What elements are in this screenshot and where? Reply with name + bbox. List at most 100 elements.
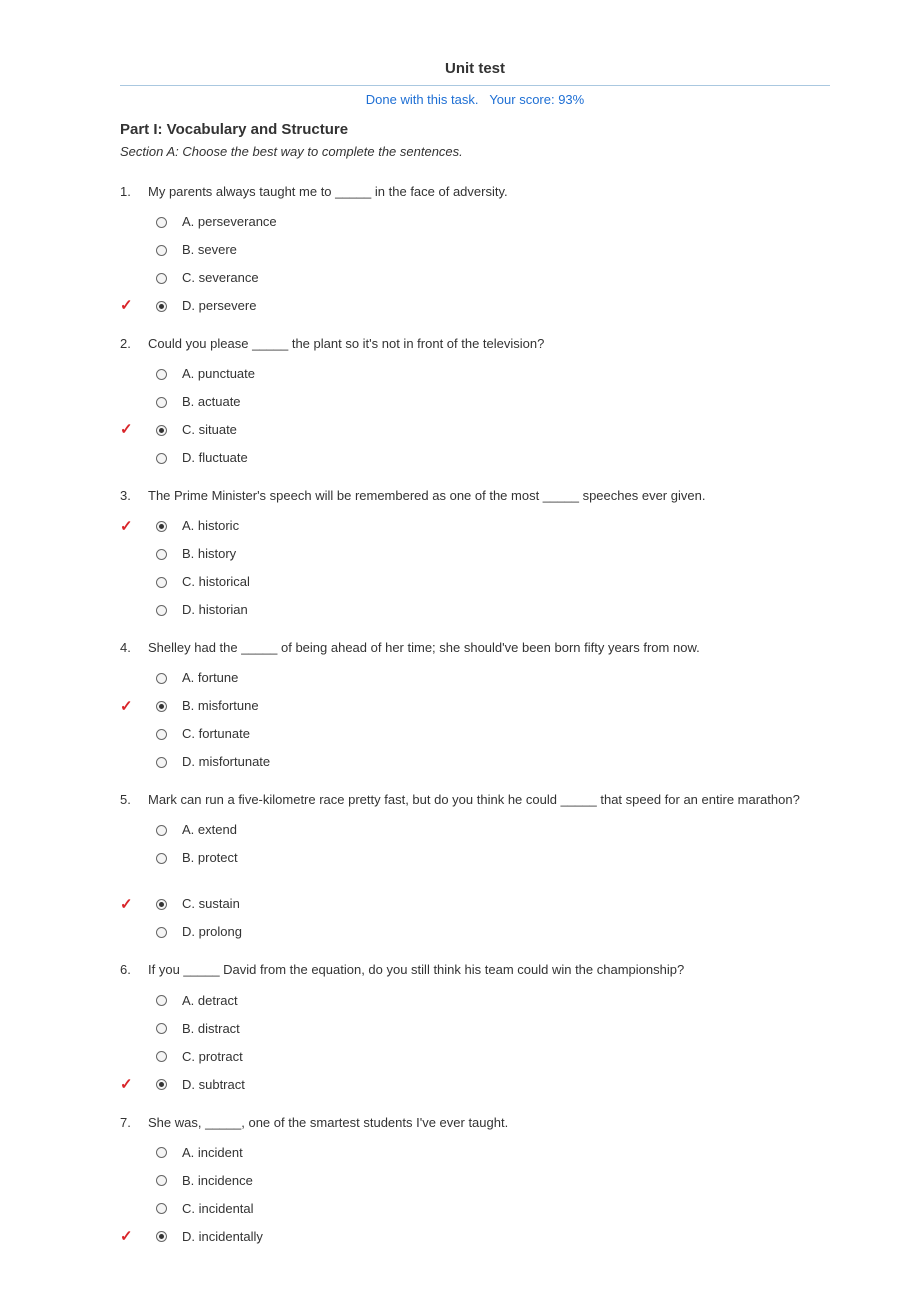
- option-text: C. protract: [182, 1046, 830, 1068]
- option-text: C. fortunate: [182, 723, 830, 745]
- radio-column: [148, 927, 182, 938]
- radio-button[interactable]: [156, 1051, 167, 1062]
- radio-button[interactable]: [156, 1175, 167, 1186]
- question: 2.Could you please _____ the plant so it…: [120, 333, 830, 471]
- radio-button[interactable]: [156, 301, 167, 312]
- radio-button[interactable]: [156, 605, 167, 616]
- options-list: A. perseveranceB. severeC. severance✓D. …: [120, 209, 830, 319]
- radio-button[interactable]: [156, 425, 167, 436]
- check-icon: ✓: [120, 1072, 133, 1098]
- options-list: ✓C. sustainD. prolong: [120, 891, 830, 945]
- question-stem: 3.The Prime Minister's speech will be re…: [120, 485, 830, 507]
- option-text: D. fluctuate: [182, 447, 830, 469]
- question-stem: 4.Shelley had the _____ of being ahead o…: [120, 637, 830, 659]
- radio-button[interactable]: [156, 1079, 167, 1090]
- option-text: B. history: [182, 543, 830, 565]
- question: 5.Mark can run a five-kilometre race pre…: [120, 789, 830, 945]
- radio-button[interactable]: [156, 853, 167, 864]
- option-text: B. protect: [182, 847, 830, 869]
- radio-column: [148, 995, 182, 1006]
- radio-button[interactable]: [156, 577, 167, 588]
- radio-button[interactable]: [156, 1203, 167, 1214]
- radio-button[interactable]: [156, 995, 167, 1006]
- radio-column: [148, 245, 182, 256]
- radio-button[interactable]: [156, 899, 167, 910]
- radio-button[interactable]: [156, 825, 167, 836]
- radio-button[interactable]: [156, 1023, 167, 1034]
- radio-column: [148, 757, 182, 768]
- option-text: A. extend: [182, 819, 830, 841]
- option-text: D. persevere: [182, 295, 830, 317]
- radio-button[interactable]: [156, 217, 167, 228]
- question-stem: 2.Could you please _____ the plant so it…: [120, 333, 830, 355]
- radio-column: [148, 899, 182, 910]
- option-text: D. historian: [182, 599, 830, 621]
- radio-button[interactable]: [156, 397, 167, 408]
- radio-column: [148, 1051, 182, 1062]
- radio-column: [148, 673, 182, 684]
- question: 7.She was, _____, one of the smartest st…: [120, 1112, 830, 1250]
- mark-column: ✓: [120, 892, 148, 918]
- option-row: A. punctuate: [120, 361, 830, 387]
- radio-column: [148, 1203, 182, 1214]
- question-stem: 1.My parents always taught me to _____ i…: [120, 181, 830, 203]
- question-stem: 7.She was, _____, one of the smartest st…: [120, 1112, 830, 1134]
- option-row: D. misfortunate: [120, 749, 830, 775]
- options-list: A. incidentB. incidenceC. incidental✓D. …: [120, 1140, 830, 1250]
- option-text: B. misfortune: [182, 695, 830, 717]
- radio-button[interactable]: [156, 245, 167, 256]
- part-title: Part I: Vocabulary and Structure: [120, 121, 830, 138]
- radio-button[interactable]: [156, 729, 167, 740]
- option-text: B. distract: [182, 1018, 830, 1040]
- mark-column: ✓: [120, 1072, 148, 1098]
- radio-button[interactable]: [156, 701, 167, 712]
- option-text: D. subtract: [182, 1074, 830, 1096]
- option-row: ✓A. historic: [120, 513, 830, 539]
- gap: [120, 873, 830, 891]
- option-text: D. misfortunate: [182, 751, 830, 773]
- radio-button[interactable]: [156, 1147, 167, 1158]
- radio-button[interactable]: [156, 757, 167, 768]
- mark-column: ✓: [120, 694, 148, 720]
- radio-button[interactable]: [156, 369, 167, 380]
- question-number: 5.: [120, 789, 148, 811]
- option-text: A. fortune: [182, 667, 830, 689]
- option-text: B. actuate: [182, 391, 830, 413]
- radio-button[interactable]: [156, 453, 167, 464]
- option-text: C. situate: [182, 419, 830, 441]
- question-number: 2.: [120, 333, 148, 355]
- options-list: A. extend B. protect: [120, 817, 830, 871]
- option-row: A. detract: [120, 988, 830, 1014]
- radio-button[interactable]: [156, 273, 167, 284]
- radio-column: [148, 369, 182, 380]
- mark-column: ✓: [120, 1224, 148, 1250]
- radio-button[interactable]: [156, 549, 167, 560]
- option-row: B. protect: [120, 845, 830, 871]
- question-text: My parents always taught me to _____ in …: [148, 181, 830, 203]
- radio-column: [148, 1079, 182, 1090]
- question-number: 6.: [120, 959, 148, 981]
- questions-container: 1.My parents always taught me to _____ i…: [120, 181, 830, 1250]
- option-row: ✓C. situate: [120, 417, 830, 443]
- radio-column: [148, 301, 182, 312]
- option-row: ✓ D. subtract: [120, 1072, 830, 1098]
- radio-column: [148, 853, 182, 864]
- radio-column: [148, 825, 182, 836]
- radio-button[interactable]: [156, 673, 167, 684]
- question-text: The Prime Minister's speech will be reme…: [148, 485, 830, 507]
- option-text: C. historical: [182, 571, 830, 593]
- radio-column: [148, 1231, 182, 1242]
- radio-column: [148, 605, 182, 616]
- question-number: 3.: [120, 485, 148, 507]
- radio-column: [148, 1147, 182, 1158]
- divider: [120, 85, 830, 86]
- check-icon: ✓: [120, 892, 133, 918]
- question-text: Shelley had the _____ of being ahead of …: [148, 637, 830, 659]
- radio-button[interactable]: [156, 927, 167, 938]
- radio-column: [148, 397, 182, 408]
- radio-button[interactable]: [156, 521, 167, 532]
- option-text: A. punctuate: [182, 363, 830, 385]
- option-row: B. actuate: [120, 389, 830, 415]
- option-row: C. historical: [120, 569, 830, 595]
- radio-button[interactable]: [156, 1231, 167, 1242]
